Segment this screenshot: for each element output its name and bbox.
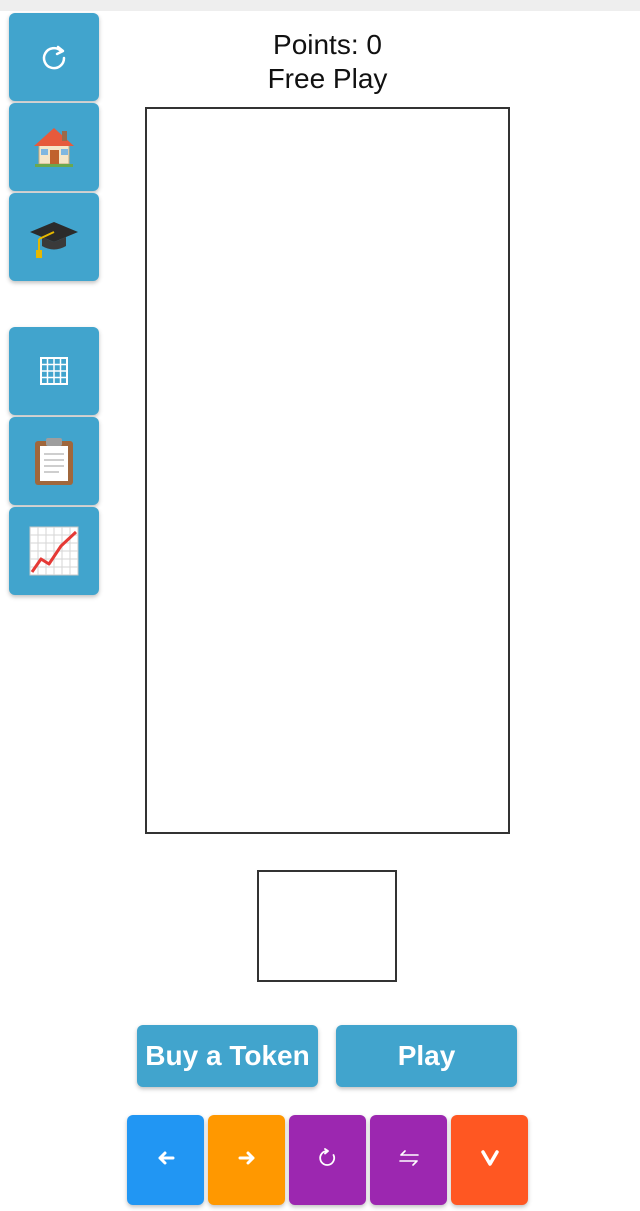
- next-piece-preview: [257, 870, 397, 982]
- restart-button[interactable]: [9, 13, 99, 101]
- grid-button[interactable]: [9, 327, 99, 415]
- rotate-icon: [318, 1148, 338, 1172]
- drop-button[interactable]: [451, 1115, 528, 1205]
- flip-button[interactable]: [370, 1115, 447, 1205]
- grid-icon: [40, 357, 68, 385]
- clipboard-button[interactable]: [9, 417, 99, 505]
- drop-down-icon: [480, 1150, 499, 1170]
- chart-increasing-icon: [29, 526, 79, 576]
- clipboard-icon: [31, 436, 77, 486]
- restart-icon: [39, 42, 69, 72]
- buy-token-button[interactable]: Buy a Token: [137, 1025, 318, 1087]
- points-label: Points: 0: [273, 29, 382, 60]
- graduation-cap-icon: [28, 212, 80, 262]
- stats-button[interactable]: [9, 507, 99, 595]
- home-button[interactable]: [9, 103, 99, 191]
- tutorial-button[interactable]: [9, 193, 99, 281]
- score-header: Points: 0 Free Play: [145, 28, 510, 96]
- flip-icon: [398, 1150, 420, 1170]
- rotate-button[interactable]: [289, 1115, 366, 1205]
- top-strip: [0, 0, 640, 11]
- game-mode-label: Free Play: [267, 63, 388, 94]
- arrow-right-icon: [238, 1150, 256, 1170]
- arrow-left-icon: [157, 1150, 175, 1170]
- move-left-button[interactable]: [127, 1115, 204, 1205]
- game-board[interactable]: [145, 107, 510, 834]
- play-button[interactable]: Play: [336, 1025, 517, 1087]
- move-right-button[interactable]: [208, 1115, 285, 1205]
- house-icon: [29, 122, 79, 172]
